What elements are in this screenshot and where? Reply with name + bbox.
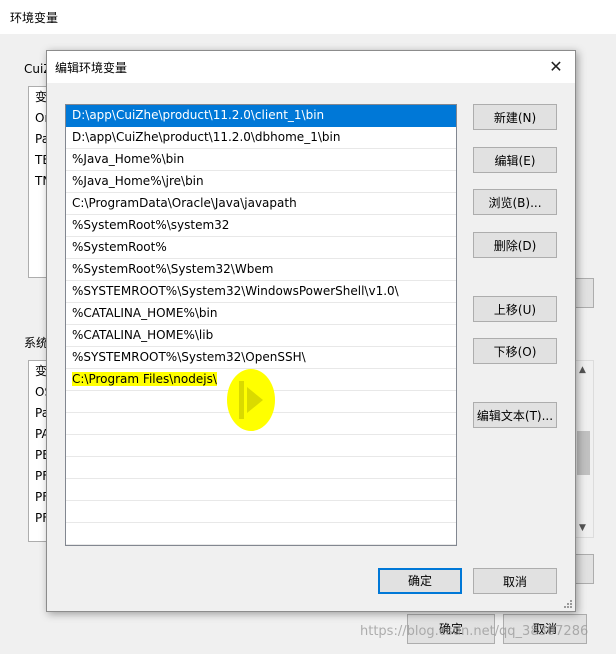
path-item[interactable]: %SystemRoot% <box>66 237 456 259</box>
parent-window-title: 环境变量 <box>10 11 59 25</box>
delete-button[interactable]: 删除(D) <box>473 232 557 258</box>
path-item[interactable]: D:\app\CuiZhe\product\11.2.0\dbhome_1\bi… <box>66 127 456 149</box>
edit-button[interactable]: 编辑(E) <box>473 147 557 173</box>
scroll-down-icon[interactable]: ▼ <box>579 523 586 533</box>
parent-titlebar: 环境变量 <box>0 0 616 34</box>
system-variables-label: 系统 <box>24 336 49 350</box>
empty-row[interactable] <box>66 479 456 501</box>
move-up-button[interactable]: 上移(U) <box>473 296 557 322</box>
edit-env-var-dialog: 编辑环境变量 ✕ D:\app\CuiZhe\product\11.2.0\cl… <box>46 50 576 612</box>
empty-row[interactable] <box>66 523 456 545</box>
empty-row[interactable] <box>66 501 456 523</box>
empty-row[interactable] <box>66 457 456 479</box>
empty-row[interactable] <box>66 435 456 457</box>
parent-user-button[interactable] <box>574 278 594 308</box>
path-item[interactable]: %CATALINA_HOME%\lib <box>66 325 456 347</box>
path-item[interactable]: %CATALINA_HOME%\bin <box>66 303 456 325</box>
move-down-button[interactable]: 下移(O) <box>473 338 557 364</box>
path-item[interactable]: C:\ProgramData\Oracle\Java\javapath <box>66 193 456 215</box>
path-list[interactable]: D:\app\CuiZhe\product\11.2.0\client_1\bi… <box>65 104 457 546</box>
path-item[interactable]: %SystemRoot%\System32\Wbem <box>66 259 456 281</box>
resize-grip-icon[interactable] <box>563 599 573 609</box>
dialog-titlebar: 编辑环境变量 ✕ <box>47 51 575 83</box>
path-item-label: C:\Program Files\nodejs\ <box>72 372 217 386</box>
edit-text-button[interactable]: 编辑文本(T)... <box>473 402 557 428</box>
path-item[interactable]: %SystemRoot%\system32 <box>66 215 456 237</box>
system-list-scrollbar[interactable]: ▲ ▼ <box>574 360 594 538</box>
parent-system-button[interactable] <box>574 554 594 584</box>
browse-button[interactable]: 浏览(B)... <box>473 189 557 215</box>
path-item[interactable]: %SYSTEMROOT%\System32\WindowsPowerShell\… <box>66 281 456 303</box>
ok-button[interactable]: 确定 <box>378 568 462 594</box>
dialog-title: 编辑环境变量 <box>55 61 128 75</box>
new-button[interactable]: 新建(N) <box>473 104 557 130</box>
scroll-up-icon[interactable]: ▲ <box>579 365 586 375</box>
path-item[interactable]: %Java_Home%\jre\bin <box>66 171 456 193</box>
cancel-button[interactable]: 取消 <box>473 568 557 594</box>
path-item[interactable]: D:\app\CuiZhe\product\11.2.0\client_1\bi… <box>66 105 456 127</box>
watermark: https://blog.csdn.net/qq_38307286 <box>360 624 589 639</box>
scrollbar-thumb[interactable] <box>577 431 590 475</box>
yellow-annotation-mark <box>227 369 275 431</box>
close-icon[interactable]: ✕ <box>541 51 571 83</box>
path-item[interactable]: %Java_Home%\bin <box>66 149 456 171</box>
